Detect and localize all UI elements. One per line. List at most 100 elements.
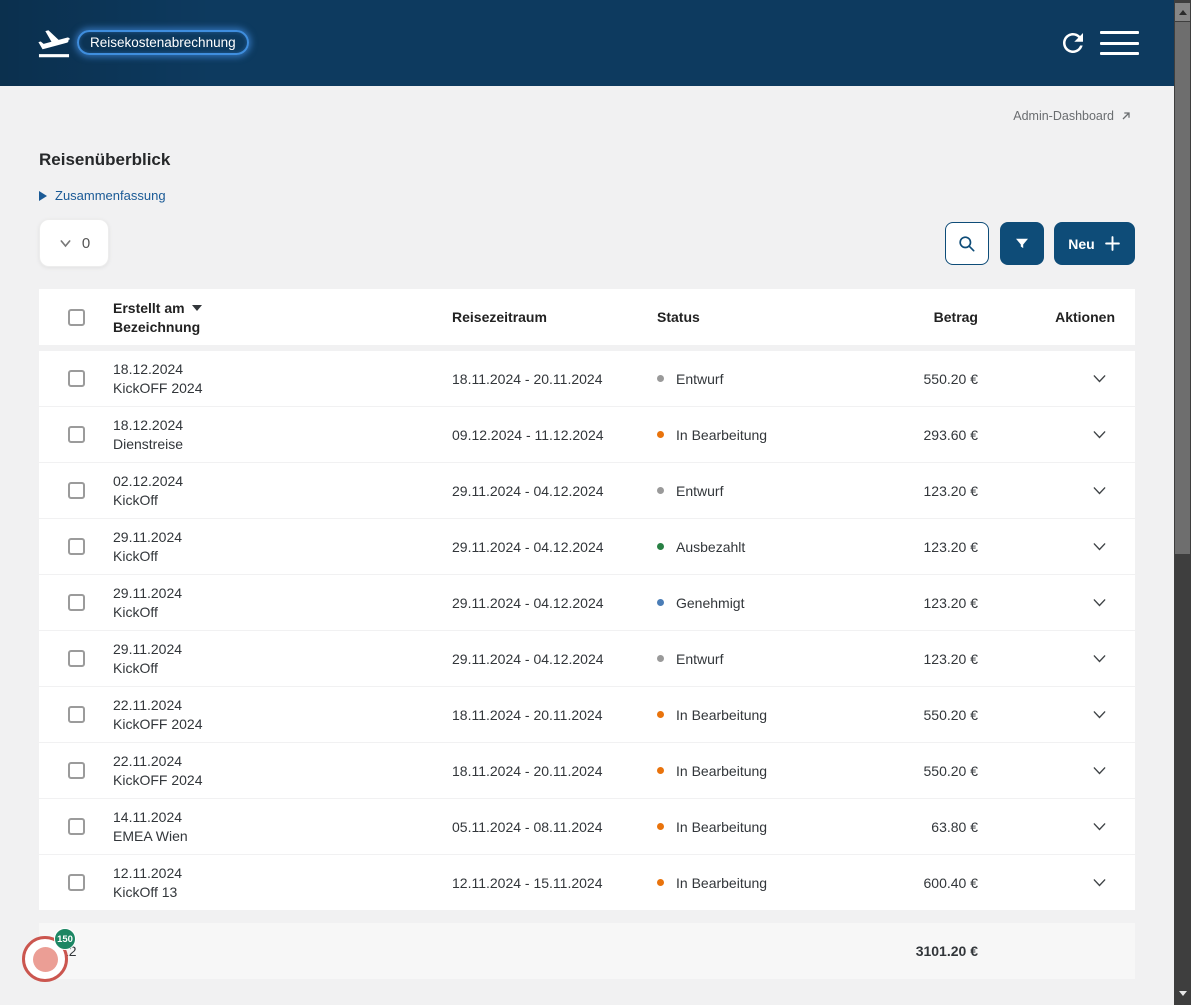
recorder-count-badge: 150 xyxy=(54,928,76,950)
status-dot xyxy=(657,375,664,382)
column-header-amount: Betrag xyxy=(933,309,978,325)
row-amount: 63.80 € xyxy=(931,818,978,835)
selection-count: 0 xyxy=(81,234,91,252)
table-row[interactable]: 29.11.2024 KickOff 29.11.2024 - 04.12.20… xyxy=(39,631,1135,686)
row-checkbox[interactable] xyxy=(67,818,85,835)
status-dot xyxy=(657,823,664,830)
hamburger-menu-icon[interactable] xyxy=(1100,31,1139,55)
table-row[interactable]: 29.11.2024 KickOff 29.11.2024 - 04.12.20… xyxy=(39,519,1135,574)
row-expand-chevron-icon[interactable] xyxy=(1090,817,1109,836)
vertical-scrollbar[interactable] xyxy=(1174,0,1191,1005)
sort-descending-icon xyxy=(191,304,202,311)
summary-label: Zusammenfassung xyxy=(55,188,166,203)
admin-dashboard-link[interactable]: Admin-Dashboard xyxy=(1013,109,1132,123)
column-header-actions: Aktionen xyxy=(1055,309,1115,325)
scroll-up-arrow-icon[interactable] xyxy=(1175,3,1190,21)
row-expand-chevron-icon[interactable] xyxy=(1090,425,1109,444)
table-row[interactable]: 14.11.2024 EMEA Wien 05.11.2024 - 08.11.… xyxy=(39,799,1135,854)
row-expand-chevron-icon[interactable] xyxy=(1090,481,1109,500)
filter-button[interactable] xyxy=(1000,222,1044,265)
header-name-label: Bezeichnung xyxy=(113,318,201,335)
row-amount: 123.20 € xyxy=(923,594,979,611)
row-checkbox[interactable] xyxy=(67,706,85,723)
row-created-date: 22.11.2024 xyxy=(113,697,183,713)
row-status: Entwurf xyxy=(676,370,724,387)
row-trip-name: EMEA Wien xyxy=(113,828,188,844)
select-all-checkbox[interactable] xyxy=(67,308,85,326)
table-row[interactable]: 12.11.2024 KickOff 13 12.11.2024 - 15.11… xyxy=(39,855,1135,910)
footer-total-amount: 3101.20 € xyxy=(915,943,978,959)
search-button[interactable] xyxy=(945,222,989,265)
table-row[interactable]: 22.11.2024 KickOFF 2024 18.11.2024 - 20.… xyxy=(39,743,1135,798)
filter-funnel-icon xyxy=(1016,238,1028,248)
table-row[interactable]: 29.11.2024 KickOff 29.11.2024 - 04.12.20… xyxy=(39,575,1135,630)
row-checkbox[interactable] xyxy=(67,538,85,555)
row-checkbox[interactable] xyxy=(67,426,85,443)
scroll-down-arrow-icon[interactable] xyxy=(1175,984,1190,1002)
row-status: In Bearbeitung xyxy=(676,426,768,443)
row-checkbox[interactable] xyxy=(67,762,85,779)
status-dot xyxy=(657,543,664,550)
row-period: 18.11.2024 - 20.11.2024 xyxy=(452,762,603,779)
row-period: 05.11.2024 - 08.11.2024 xyxy=(452,818,603,835)
app-title[interactable]: Reisekostenabrechnung xyxy=(77,30,249,55)
status-dot xyxy=(657,599,664,606)
row-trip-name: KickOFF 2024 xyxy=(113,716,203,732)
row-created-date: 18.12.2024 xyxy=(113,361,184,377)
row-expand-chevron-icon[interactable] xyxy=(1090,593,1109,612)
row-created-date: 12.11.2024 xyxy=(113,865,183,881)
row-period: 29.11.2024 - 04.12.2024 xyxy=(452,594,604,611)
row-expand-chevron-icon[interactable] xyxy=(1090,873,1109,892)
row-checkbox[interactable] xyxy=(67,370,85,387)
summary-expander[interactable]: Zusammenfassung xyxy=(39,188,166,203)
row-expand-chevron-icon[interactable] xyxy=(1090,761,1109,780)
trips-table: Erstellt am Bezeichnung Reisezeitraum St… xyxy=(39,289,1135,979)
row-expand-chevron-icon[interactable] xyxy=(1090,705,1109,724)
table-row[interactable]: 18.12.2024 KickOFF 2024 18.11.2024 - 20.… xyxy=(39,351,1135,406)
row-status: In Bearbeitung xyxy=(676,762,768,779)
refresh-icon[interactable] xyxy=(1058,28,1088,58)
row-trip-name: KickOff xyxy=(113,604,158,620)
row-created-date: 22.11.2024 xyxy=(113,753,183,769)
status-dot xyxy=(657,655,664,662)
row-status: In Bearbeitung xyxy=(676,874,768,891)
row-expand-chevron-icon[interactable] xyxy=(1090,537,1109,556)
row-checkbox[interactable] xyxy=(67,482,85,499)
status-dot xyxy=(657,767,664,774)
table-row[interactable]: 18.12.2024 Dienstreise 09.12.2024 - 11.1… xyxy=(39,407,1135,462)
selection-count-dropdown[interactable]: 0 xyxy=(39,219,109,267)
row-amount: 550.20 € xyxy=(923,706,979,723)
column-header-status: Status xyxy=(657,309,700,325)
row-amount: 550.20 € xyxy=(923,370,979,387)
row-trip-name: KickOFF 2024 xyxy=(113,772,203,788)
row-expand-chevron-icon[interactable] xyxy=(1090,649,1109,668)
status-dot xyxy=(657,879,664,886)
row-period: 29.11.2024 - 04.12.2024 xyxy=(452,650,604,667)
table-row[interactable]: 22.11.2024 KickOFF 2024 18.11.2024 - 20.… xyxy=(39,687,1135,742)
new-entry-button[interactable]: Neu xyxy=(1054,222,1135,265)
row-trip-name: KickOff xyxy=(113,548,158,564)
column-header-created-name[interactable]: Erstellt am Bezeichnung xyxy=(113,300,452,335)
airplane-takeoff-logo-icon xyxy=(38,30,70,58)
table-row[interactable]: 02.12.2024 KickOff 29.11.2024 - 04.12.20… xyxy=(39,463,1135,518)
expander-triangle-icon xyxy=(39,190,47,201)
table-body: 18.12.2024 KickOFF 2024 18.11.2024 - 20.… xyxy=(39,351,1135,910)
row-checkbox[interactable] xyxy=(67,874,85,891)
row-amount: 600.40 € xyxy=(923,874,979,891)
row-amount: 550.20 € xyxy=(923,762,979,779)
row-expand-chevron-icon[interactable] xyxy=(1090,369,1109,388)
row-status: Entwurf xyxy=(676,482,724,499)
row-checkbox[interactable] xyxy=(67,594,85,611)
status-dot xyxy=(657,711,664,718)
scrollbar-thumb[interactable] xyxy=(1175,22,1190,554)
row-trip-name: KickOff 13 xyxy=(113,884,178,900)
row-created-date: 29.11.2024 xyxy=(113,529,183,545)
row-checkbox[interactable] xyxy=(67,650,85,667)
row-trip-name: KickOFF 2024 xyxy=(113,380,203,396)
row-period: 18.11.2024 - 20.11.2024 xyxy=(452,370,603,387)
external-link-arrow-icon xyxy=(1122,112,1130,120)
new-entry-label: Neu xyxy=(1068,235,1095,252)
row-trip-name: KickOff xyxy=(113,660,158,676)
table-footer-row: 12 3101.20 € xyxy=(39,923,1135,979)
row-trip-name: Dienstreise xyxy=(113,436,184,452)
